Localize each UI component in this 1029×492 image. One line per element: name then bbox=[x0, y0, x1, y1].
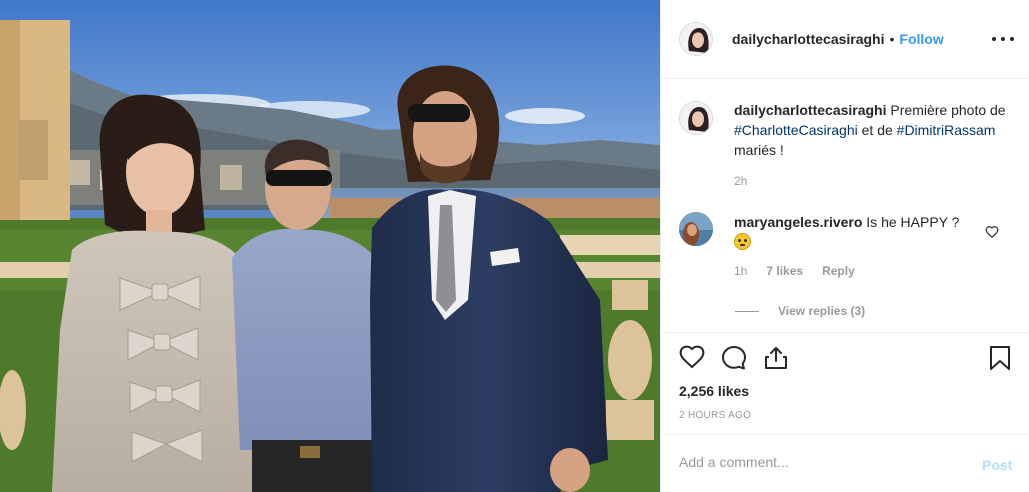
wedding-photo bbox=[0, 0, 660, 492]
follow-button[interactable]: Follow bbox=[899, 31, 943, 47]
comment-avatar[interactable] bbox=[679, 212, 713, 246]
bookmark-icon[interactable] bbox=[989, 345, 1011, 374]
comment-time[interactable]: 1h bbox=[734, 261, 747, 281]
post-sidebar: dailycharlottecasiraghi • Follow dailych… bbox=[660, 0, 1029, 492]
post-username[interactable]: dailycharlottecasiraghi bbox=[732, 31, 885, 47]
view-replies-label: View replies (3) bbox=[778, 304, 866, 318]
hashtag-link[interactable]: #CharlotteCasiraghi bbox=[734, 122, 858, 138]
caption-username[interactable]: dailycharlottecasiraghi bbox=[734, 102, 887, 118]
heart-icon[interactable] bbox=[679, 345, 705, 374]
caption-text-after: mariés ! bbox=[734, 142, 784, 158]
caption-text-middle: et de bbox=[857, 122, 897, 138]
action-icons bbox=[679, 345, 789, 374]
view-replies-link[interactable]: View replies (3) bbox=[735, 304, 865, 318]
flushed-face-emoji-icon bbox=[734, 233, 751, 250]
heart-outline-icon[interactable] bbox=[985, 225, 999, 242]
post-photo[interactable] bbox=[0, 0, 660, 492]
comment-input[interactable] bbox=[679, 454, 959, 470]
comment-likes[interactable]: 7 likes bbox=[766, 261, 803, 281]
comment-username[interactable]: maryangeles.rivero bbox=[734, 214, 862, 230]
caption: dailycharlottecasiraghi Première photo d… bbox=[679, 100, 1009, 188]
post-comment-button[interactable]: Post bbox=[982, 457, 1012, 473]
hashtag-link[interactable]: #DimitriRassam bbox=[897, 122, 996, 138]
caption-body: dailycharlottecasiraghi Première photo d… bbox=[734, 100, 1009, 188]
caption-text: dailycharlottecasiraghi Première photo d… bbox=[734, 100, 1009, 160]
comment-content: Is he HAPPY ? bbox=[862, 214, 960, 230]
post-timestamp[interactable]: 2 HOURS AGO bbox=[679, 410, 751, 421]
post-actions: 2,256 likes 2 HOURS AGO Post bbox=[661, 332, 1029, 492]
likes-count[interactable]: 2,256 likes bbox=[679, 383, 749, 399]
more-horizontal-icon[interactable] bbox=[992, 28, 1014, 50]
separator-dot: • bbox=[889, 31, 895, 47]
profile-picture-icon bbox=[679, 212, 713, 246]
avatar[interactable] bbox=[679, 22, 713, 56]
comment-text: maryangeles.rivero Is he HAPPY ? bbox=[734, 212, 984, 252]
caption-time[interactable]: 2h bbox=[734, 174, 1009, 188]
comment: maryangeles.rivero Is he HAPPY ? 1h 7 li… bbox=[679, 212, 1019, 281]
profile-picture-icon bbox=[680, 23, 712, 55]
share-icon[interactable] bbox=[763, 345, 789, 374]
caption-text-before: Première photo de bbox=[886, 102, 1006, 118]
add-comment-section: Post bbox=[661, 434, 1029, 492]
caption-avatar[interactable] bbox=[679, 101, 713, 135]
post-header: dailycharlottecasiraghi • Follow bbox=[661, 0, 1029, 79]
profile-picture-icon bbox=[680, 102, 712, 134]
comment-body: maryangeles.rivero Is he HAPPY ? 1h 7 li… bbox=[734, 212, 984, 281]
divider bbox=[735, 310, 759, 312]
reply-button[interactable]: Reply bbox=[822, 261, 855, 281]
comment-meta: 1h 7 likes Reply bbox=[734, 261, 984, 281]
comment-icon[interactable] bbox=[721, 345, 747, 374]
